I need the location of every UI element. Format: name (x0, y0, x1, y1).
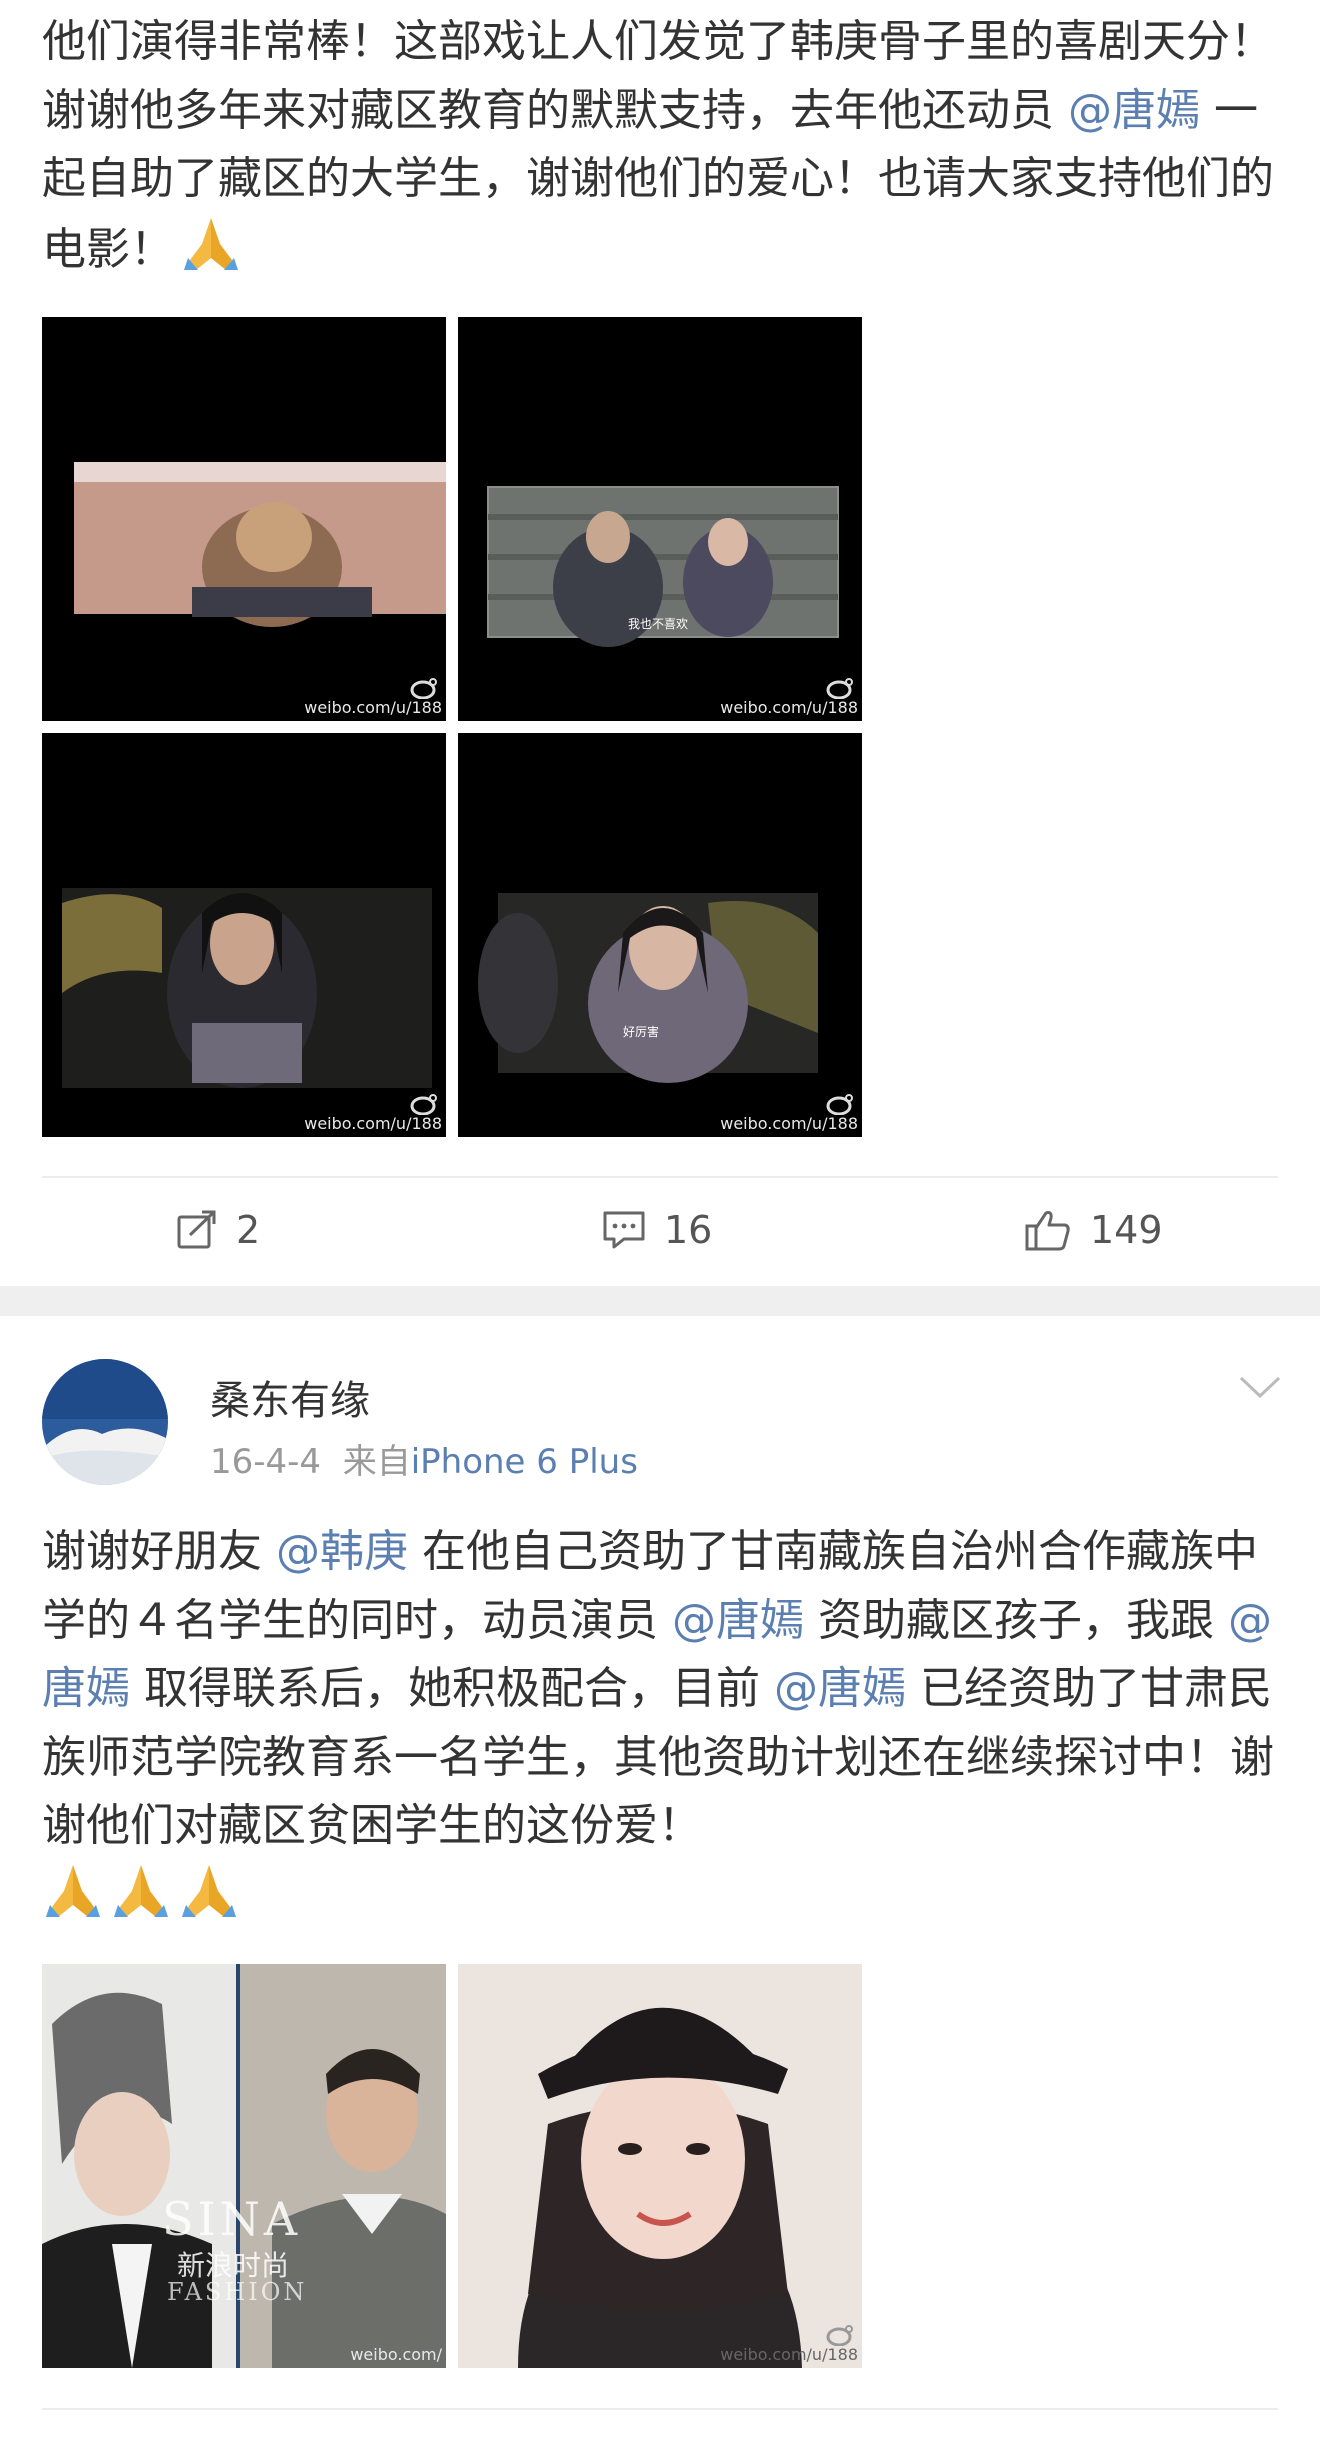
movie-still-man-closeup-icon (62, 888, 432, 1088)
thumbs-up-icon (1025, 1211, 1070, 1251)
pray-emoji-icon (180, 214, 242, 293)
photo-watermark: weibo.com/u/188 (720, 698, 858, 717)
sina-fashion-overlay: SINA (162, 2192, 302, 2246)
photo-woman-hat-icon (458, 1964, 862, 2368)
username[interactable]: 桑东有缘 (210, 1368, 370, 1426)
post-photo[interactable]: weibo.com/u/188 (42, 733, 446, 1137)
pray-emoji-icon (110, 1861, 172, 1940)
repost-button[interactable]: 2 (176, 1175, 260, 1285)
repost-icon (177, 1210, 216, 1249)
like-count: 149 (1090, 1208, 1163, 1252)
post-photo[interactable]: 好厉害 weibo.com/u/188 (458, 733, 862, 1137)
post-photo[interactable]: weibo.com/u/188 (458, 1964, 862, 2368)
repost-count: 2 (236, 1208, 261, 1252)
divider (42, 2408, 1278, 2410)
post-text-part: 取得联系后，她积极配合，目前 (130, 1663, 774, 1714)
photo-watermark: weibo.com/ (350, 2345, 442, 2364)
photo-watermark: weibo.com/u/188 (304, 1114, 442, 1133)
post-date: 16-4-4 (210, 1442, 322, 1482)
photo-watermark: weibo.com/u/188 (720, 2345, 858, 2364)
post-text-part: 资助藏区孩子，我跟 (804, 1594, 1228, 1646)
comment-button[interactable]: 16 (602, 1175, 712, 1285)
mention-link[interactable]: @唐嫣 (774, 1663, 906, 1714)
mention-link[interactable]: @唐嫣 (1068, 85, 1200, 136)
avatar-image-icon (42, 1359, 168, 1485)
post-photo[interactable]: SINA 新浪时尚 FASHION weibo.com/ (42, 1964, 446, 2368)
photo-watermark: weibo.com/u/188 (304, 698, 442, 717)
post-text: 谢谢好朋友 @韩庚 在他自己资助了甘南藏族自治州合作藏族中学的４名学生的同时，动… (42, 1518, 1292, 1939)
comment-icon (603, 1211, 645, 1249)
movie-subtitle: 好厉害 (623, 1025, 660, 1039)
avatar[interactable] (42, 1359, 168, 1485)
photo-two-men-fashion-icon (42, 1964, 446, 2368)
source-prefix: 来自 (342, 1442, 411, 1482)
movie-still-wall-scene-icon (487, 486, 839, 647)
post-meta: 16-4-4 来自iPhone 6 Plus (210, 1434, 638, 1483)
weibo-logo-icon (410, 1094, 437, 1115)
feed-separator (0, 1286, 1320, 1316)
mention-link[interactable]: @唐嫣 (672, 1595, 804, 1646)
like-button[interactable]: 149 (1024, 1175, 1163, 1285)
movie-still-monkey-king-icon (42, 317, 446, 721)
pray-emoji-icon (178, 1861, 240, 1940)
post-source[interactable]: iPhone 6 Plus (411, 1442, 638, 1482)
post-photo[interactable]: 我也不喜欢 weibo.com/u/188 (458, 317, 862, 721)
post-text: 他们演得非常棒！这部戏让人们发觉了韩庚骨子里的喜剧天分！谢谢他多年来对藏区教育的… (42, 8, 1292, 292)
weibo-logo-icon (826, 2325, 853, 2346)
pray-emoji-icon (42, 1861, 104, 1940)
mention-link[interactable]: @韩庚 (276, 1526, 408, 1577)
weibo-logo-icon (826, 678, 853, 699)
chevron-down-icon[interactable] (1238, 1372, 1282, 1402)
photo-watermark: weibo.com/u/188 (720, 1114, 858, 1133)
post-action-bar: 2 16 149 (0, 1175, 1320, 1285)
comment-count: 16 (664, 1208, 713, 1252)
movie-subtitle: 我也不喜欢 (628, 617, 689, 631)
post-photo[interactable]: weibo.com/u/188 (42, 317, 446, 721)
movie-still-woman-closeup-icon (478, 893, 818, 1083)
weibo-logo-icon (410, 678, 437, 699)
post-text-part: 谢谢好朋友 (42, 1526, 276, 1577)
sina-fashion-overlay-sub: FASHION (167, 2278, 308, 2306)
weibo-logo-icon (826, 1094, 853, 1115)
